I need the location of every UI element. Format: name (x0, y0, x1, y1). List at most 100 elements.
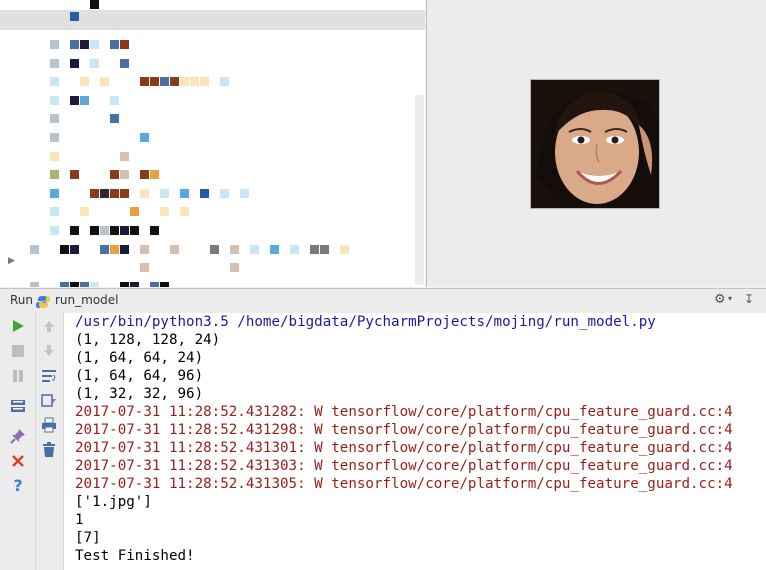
pixel-block (120, 281, 129, 287)
pixel-block (50, 77, 59, 87)
console-line-stdout: Test Finished! (75, 548, 195, 564)
pixel-block (150, 281, 159, 287)
pixel-block (70, 58, 79, 68)
console-line-stderr: 2017-07-31 11:28:52.431305: W tensorflow… (75, 476, 733, 492)
console-line-stderr: 2017-07-31 11:28:52.431301: W tensorflow… (75, 440, 733, 456)
pixel-block (30, 244, 39, 254)
pixel-block (120, 188, 129, 198)
pixel-block (110, 226, 119, 235)
console-line-stdout: [7] (75, 530, 101, 546)
console-line-stdout: (1, 128, 128, 24) (75, 332, 221, 348)
pixel-block (120, 226, 129, 235)
pixel-block (160, 188, 169, 198)
print-icon[interactable] (40, 416, 58, 434)
pixel-block (160, 281, 169, 287)
pixel-block (110, 95, 119, 105)
pixel-block (50, 58, 59, 68)
pixel-block (120, 40, 129, 49)
python-icon (36, 294, 50, 308)
pixel-block (70, 12, 79, 21)
pixel-block (140, 244, 149, 254)
face-photo (530, 79, 660, 209)
scroll-down-icon[interactable] (40, 342, 58, 360)
pixel-block (120, 58, 129, 68)
console-line-stdout: (1, 64, 64, 24) (75, 350, 204, 366)
console-output[interactable]: /usr/bin/python3.5 /home/bigdata/Pycharm… (64, 313, 766, 570)
pixel-block (30, 281, 39, 287)
pixel-block (100, 226, 109, 235)
pixel-block (70, 281, 79, 287)
help-icon[interactable]: ? (9, 476, 27, 495)
pixel-block (120, 170, 129, 180)
pixel-block (50, 133, 59, 142)
pixel-block (140, 133, 149, 142)
editor-area: ▶ (0, 0, 425, 287)
close-icon[interactable] (9, 452, 27, 470)
pixel-block (130, 207, 139, 217)
pixel-block (180, 77, 189, 87)
editor-scrollbar[interactable] (415, 95, 424, 285)
console-line-stderr: 2017-07-31 11:28:52.431282: W tensorflow… (75, 404, 733, 420)
pixel-block (50, 188, 59, 198)
pixel-block (90, 188, 99, 198)
pin-icon[interactable] (9, 427, 27, 445)
run-toolbar-primary: ? (0, 313, 36, 570)
pixel-block (60, 281, 69, 287)
gear-icon[interactable]: ⚙ (714, 292, 726, 307)
pixel-block (110, 188, 119, 198)
run-toolbar-secondary (36, 313, 64, 570)
stop-icon[interactable] (9, 342, 27, 360)
pixel-block (80, 281, 89, 287)
pixel-block (90, 281, 99, 287)
pixel-block (150, 77, 159, 87)
console-line-stderr: 2017-07-31 11:28:52.431303: W tensorflow… (75, 458, 733, 474)
pixel-block (70, 40, 79, 49)
chevron-down-icon[interactable]: ▾ (728, 294, 732, 303)
pixel-block (180, 188, 189, 198)
pixel-block (90, 58, 99, 68)
pixel-block (220, 77, 229, 87)
pixel-block (50, 151, 59, 161)
pixel-block (180, 207, 189, 217)
pixel-block (120, 244, 129, 254)
pixel-block (320, 244, 329, 254)
pixel-block (110, 40, 119, 49)
run-config-name[interactable]: run_model (55, 293, 119, 307)
pixel-block (120, 151, 129, 161)
pixel-block (250, 244, 259, 254)
run-tool-header: Run run_model ⚙ ▾ ↧ (0, 288, 766, 314)
soft-wrap-icon[interactable] (40, 367, 58, 385)
pixel-block (100, 77, 109, 87)
pixel-block (150, 170, 159, 180)
pixel-block (160, 207, 169, 217)
scroll-up-icon[interactable] (40, 317, 58, 335)
rerun-icon[interactable] (9, 317, 27, 335)
pixel-block (140, 263, 149, 273)
pixel-block (80, 77, 89, 87)
pixel-block (200, 77, 209, 87)
pause-icon[interactable] (9, 367, 27, 385)
pixel-block (130, 281, 139, 287)
highlighted-row (0, 10, 425, 30)
pixel-block (190, 77, 199, 87)
pixel-block (230, 263, 239, 273)
console-line-stdout: (1, 64, 64, 96) (75, 368, 204, 384)
run-tab-label[interactable]: Run (10, 293, 33, 307)
console-line-stderr: 2017-07-31 11:28:52.431298: W tensorflow… (75, 422, 733, 438)
pixel-block (340, 244, 349, 254)
pixel-block (310, 244, 319, 254)
pixel-block (50, 95, 59, 105)
dump-threads-icon[interactable] (9, 397, 27, 415)
console-line-command: /usr/bin/python3.5 /home/bigdata/Pycharm… (75, 314, 656, 330)
fold-arrow-icon[interactable]: ▶ (8, 256, 15, 266)
scroll-to-end-icon[interactable] (40, 392, 58, 410)
clear-all-icon[interactable] (40, 441, 58, 459)
pixel-block (100, 188, 109, 198)
hide-panel-icon[interactable]: ↧ (744, 292, 754, 306)
pixel-block (130, 226, 139, 235)
pixel-block (220, 188, 229, 198)
pixel-block (160, 77, 169, 87)
pixel-block (210, 244, 219, 254)
pixel-block (150, 226, 159, 235)
pixel-block (240, 188, 249, 198)
